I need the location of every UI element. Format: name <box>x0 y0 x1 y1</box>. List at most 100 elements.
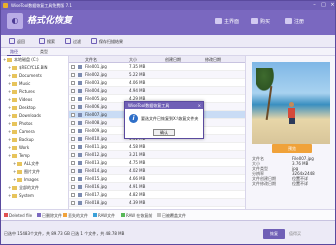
register-button[interactable]: 注册 <box>285 16 304 28</box>
tree-item[interactable]: + Downloads <box>1 112 68 120</box>
expand-icon[interactable]: + <box>8 96 11 104</box>
row-checkbox[interactable] <box>71 97 75 101</box>
row-checkbox[interactable] <box>71 193 75 197</box>
expand-icon[interactable]: + <box>8 104 11 112</box>
row-checkbox[interactable] <box>71 73 75 77</box>
tree-item[interactable]: + ALL文件 <box>1 160 68 168</box>
expand-icon[interactable]: + <box>8 128 11 136</box>
file-row[interactable]: File001.jpg 7.35 MB <box>69 63 245 71</box>
row-checkbox[interactable] <box>71 153 75 157</box>
col-name[interactable]: 文件名 <box>85 56 97 63</box>
tree-item[interactable]: + $RECYCLE.BIN <box>1 64 68 72</box>
recover-button[interactable]: 恢复 <box>263 229 285 239</box>
tree-item[interactable]: + Desktop <box>1 104 68 112</box>
file-row[interactable]: File015.jpg 4.66 MB <box>69 175 245 183</box>
tab-path[interactable]: 路径 <box>7 48 21 56</box>
tree-item[interactable]: + Images <box>1 176 68 184</box>
row-checkbox[interactable] <box>71 161 75 165</box>
home-button[interactable]: 主界面 <box>215 16 239 28</box>
save-scan-button[interactable]: 保存扫描结果 <box>91 37 123 46</box>
minimize-icon[interactable]: – <box>310 1 319 10</box>
image-file-icon <box>78 113 82 117</box>
expand-icon[interactable]: + <box>8 152 11 160</box>
save-icon <box>91 38 97 44</box>
col-size[interactable]: 大小 <box>129 56 137 63</box>
tree-item[interactable]: + 本地磁盘 (C:) <box>1 56 68 64</box>
expand-icon[interactable]: + <box>8 192 11 200</box>
file-size: 4.39 MB <box>129 200 146 205</box>
expand-icon[interactable]: + <box>8 144 11 152</box>
file-row[interactable]: File017.jpg 4.82 MB <box>69 191 245 199</box>
expand-icon[interactable]: + <box>8 88 11 96</box>
dialog-close-icon[interactable]: × <box>198 102 201 109</box>
image-file-icon <box>78 121 82 125</box>
back-button[interactable]: 返回 <box>9 37 25 46</box>
tree-item[interactable]: + Work <box>1 144 68 152</box>
tree-item[interactable]: + Photos <box>1 120 68 128</box>
file-row[interactable]: File014.jpg 4.02 MB <box>69 167 245 175</box>
search-button[interactable]: 搜索 <box>39 37 55 46</box>
file-row[interactable]: File013.jpg 4.75 MB <box>69 159 245 167</box>
ok-button[interactable]: 确认 <box>153 129 175 136</box>
tree-item-label: 本地磁盘 (C:) <box>14 57 39 62</box>
palm-tree <box>256 68 276 94</box>
tree-item[interactable]: + 全部的文件 <box>1 184 68 192</box>
row-checkbox[interactable] <box>71 121 75 125</box>
tree-item[interactable]: + Camera <box>1 128 68 136</box>
file-row[interactable]: File002.jpg 5.22 MB <box>69 71 245 79</box>
row-checkbox[interactable] <box>71 65 75 69</box>
row-checkbox[interactable] <box>71 169 75 173</box>
maximize-icon[interactable]: □ <box>319 1 328 10</box>
file-name: File008.jpg <box>85 120 107 125</box>
tree-item[interactable]: + System <box>1 192 68 200</box>
row-checkbox[interactable] <box>71 185 75 189</box>
folder-icon <box>12 194 17 198</box>
folder-icon <box>12 98 17 102</box>
tree-item[interactable]: + Temp <box>1 152 68 160</box>
expand-icon[interactable]: + <box>8 64 11 72</box>
expand-icon[interactable]: + <box>13 176 16 184</box>
expand-icon[interactable]: + <box>13 160 16 168</box>
expand-icon[interactable]: + <box>3 56 6 64</box>
tree-item[interactable]: + Videos <box>1 96 68 104</box>
preview-button[interactable]: 预览 <box>272 144 312 153</box>
row-checkbox[interactable] <box>71 129 75 133</box>
expand-icon[interactable]: + <box>8 136 11 144</box>
tree-item[interactable]: + Music <box>1 80 68 88</box>
row-checkbox[interactable] <box>71 105 75 109</box>
row-checkbox[interactable] <box>71 89 75 93</box>
file-row[interactable]: File011.jpg 4.58 MB <box>69 143 245 151</box>
expand-icon[interactable]: + <box>8 120 11 128</box>
expand-icon[interactable]: + <box>8 112 11 120</box>
row-checkbox[interactable] <box>71 113 75 117</box>
filter-button[interactable]: 过滤 <box>65 37 81 46</box>
dialog-title: WiseTool数据恢复工具 × <box>125 102 203 109</box>
file-row[interactable]: File003.jpg 4.06 MB <box>69 79 245 87</box>
tree-item[interactable]: + Backup <box>1 136 68 144</box>
folder-icon <box>12 106 17 110</box>
legend-swatch <box>4 213 8 217</box>
file-row[interactable]: File004.jpg 4.94 MB <box>69 87 245 95</box>
close-icon[interactable]: × <box>328 1 335 10</box>
file-size: 4.82 MB <box>129 192 146 197</box>
col-created[interactable]: 创建日期 <box>165 56 181 63</box>
col-modified[interactable]: 修改日期 <box>205 56 221 63</box>
expand-icon[interactable]: + <box>8 184 11 192</box>
file-row[interactable]: File016.jpg 4.91 MB <box>69 183 245 191</box>
tree-item[interactable]: + 图片文件 <box>1 168 68 176</box>
row-checkbox[interactable] <box>71 145 75 149</box>
file-row[interactable]: File018.jpg 4.39 MB <box>69 199 245 207</box>
buy-button[interactable]: 购买 <box>251 16 270 28</box>
expand-icon[interactable]: + <box>13 168 16 176</box>
file-row[interactable]: File012.jpg 3.21 MB <box>69 151 245 159</box>
tree-item[interactable]: + Pictures <box>1 88 68 96</box>
expand-icon[interactable]: + <box>8 80 11 88</box>
tab-type[interactable]: 类型 <box>37 48 51 56</box>
row-checkbox[interactable] <box>71 137 75 141</box>
info-key: 文件修改日期 <box>252 181 276 186</box>
tree-item[interactable]: + Documents <box>1 72 68 80</box>
row-checkbox[interactable] <box>71 201 75 205</box>
row-checkbox[interactable] <box>71 81 75 85</box>
row-checkbox[interactable] <box>71 177 75 181</box>
expand-icon[interactable]: + <box>8 72 11 80</box>
